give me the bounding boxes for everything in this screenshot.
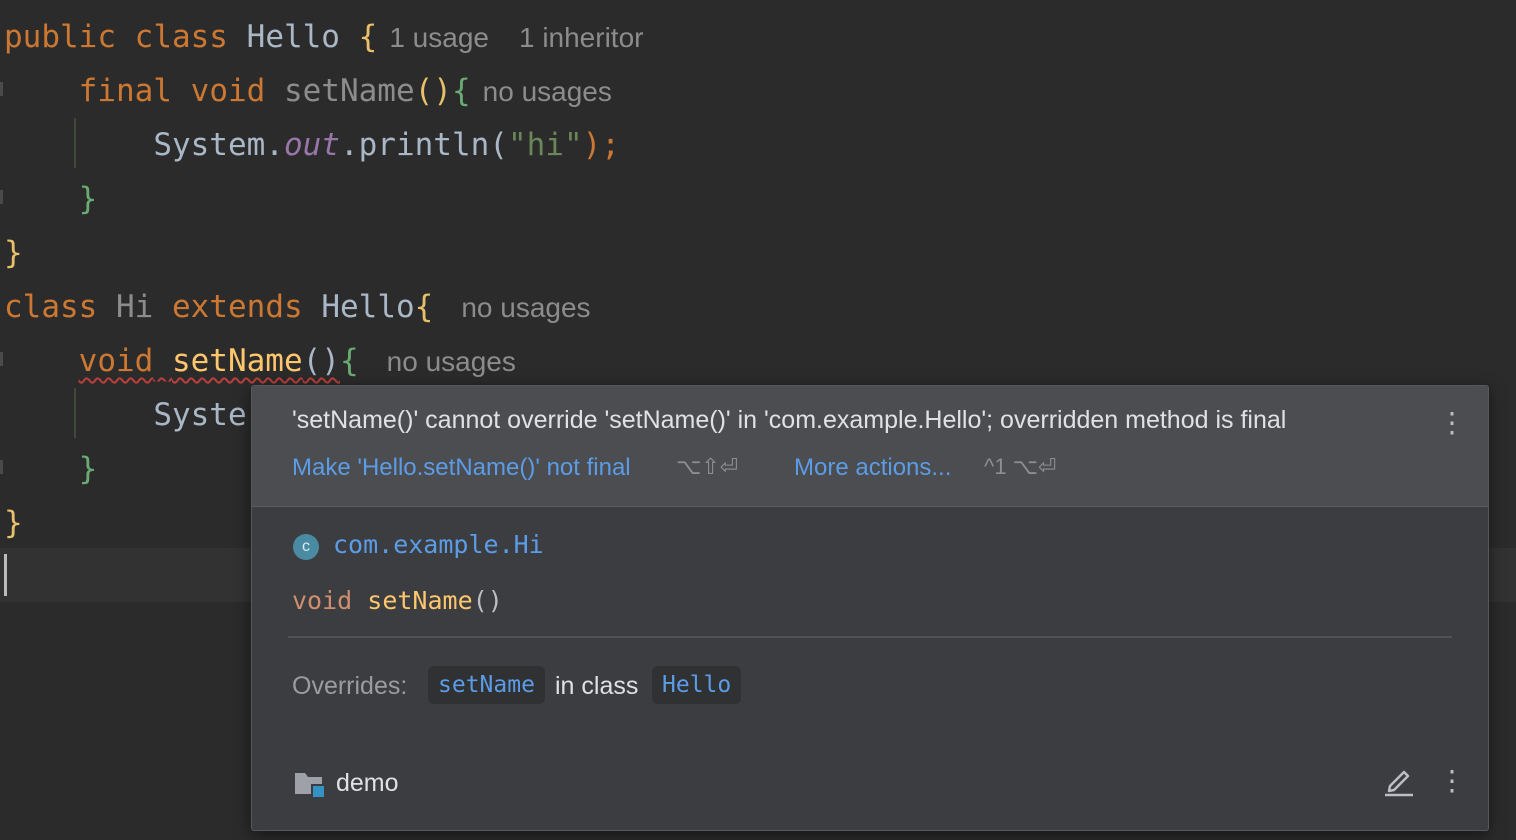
code-text: ); (582, 127, 620, 163)
more-actions-link[interactable]: More actions... (794, 454, 951, 482)
text-caret (4, 554, 7, 596)
error-message: 'setName()' cannot override 'setName()' … (292, 406, 1287, 434)
error-highlight[interactable]: void setName() (79, 343, 340, 379)
keyword: class (4, 289, 98, 325)
code-line-6[interactable]: class Hi extends Hello{ no usages (4, 280, 591, 334)
signature-parens: () (472, 586, 503, 615)
usage-hint[interactable]: no usages (461, 292, 590, 323)
usage-hint[interactable]: 1 usage (389, 22, 489, 53)
usage-hint[interactable]: no usages (387, 346, 516, 377)
parens: () (414, 73, 452, 109)
method-name: setName (171, 343, 303, 379)
code-line-1[interactable]: public class Hello {1 usage 1 inheritor (4, 10, 643, 64)
gutter-fold-marker[interactable] (0, 82, 3, 96)
vertical-dots-icon[interactable]: ⋮ (1438, 406, 1466, 439)
signature-method: setName (367, 586, 473, 615)
code-line-4[interactable]: } (4, 172, 98, 226)
code-line-7[interactable]: void setName(){ no usages (4, 334, 516, 388)
overrides-label: Overrides: (292, 672, 408, 700)
class-name: Hi (116, 289, 154, 325)
parens: () (302, 343, 340, 379)
gutter-fold-marker[interactable] (0, 190, 3, 204)
gutter-fold-marker[interactable] (0, 352, 3, 366)
more-actions-shortcut: ^1 ⌥⏎ (984, 454, 1057, 479)
brace: { (339, 343, 359, 379)
overrides-class-link[interactable]: Hello (652, 666, 742, 704)
gutter-fold-marker[interactable] (0, 460, 3, 474)
brace: } (4, 505, 23, 541)
code-line-10[interactable]: } (4, 496, 23, 550)
inheritor-hint[interactable]: 1 inheritor (519, 22, 644, 53)
class-name: Hello (246, 19, 340, 55)
code-line-9[interactable]: } (4, 442, 98, 496)
keyword: void (190, 73, 266, 109)
code-line-8[interactable]: Syste (4, 388, 247, 442)
class-name: Hello (321, 289, 415, 325)
brace: } (78, 181, 98, 217)
vertical-dots-icon[interactable]: ⋮ (1438, 764, 1466, 797)
popup-divider (288, 636, 1452, 638)
method-signature: void setName() (292, 586, 503, 615)
in-class-label: in class (555, 672, 639, 700)
make-not-final-action[interactable]: Make 'Hello.setName()' not final (292, 454, 631, 482)
keyword: extends (172, 289, 303, 325)
brace: { (451, 73, 471, 109)
signature-keyword: void (292, 586, 353, 615)
qualified-class-name[interactable]: com.example.Hi (333, 530, 544, 559)
code-line-3[interactable]: System.out.println("hi"); (4, 118, 620, 172)
module-name: demo (336, 769, 399, 797)
keyword: final (78, 73, 172, 109)
code-text: Syste (153, 397, 247, 433)
class-icon: c (293, 534, 319, 560)
popup-error-header: 'setName()' cannot override 'setName()' … (252, 386, 1488, 507)
code-text: System. (153, 127, 284, 163)
code-line-2[interactable]: final void setName(){ no usages (4, 64, 612, 118)
quick-fix-shortcut: ⌥⇧⏎ (676, 454, 739, 479)
field-name: out (283, 127, 340, 163)
module-folder-icon (295, 773, 324, 797)
method-name: setName (283, 73, 415, 109)
code-line-5[interactable]: } (4, 226, 23, 280)
brace: { (414, 289, 434, 325)
brace: } (4, 235, 23, 271)
keyword: public (4, 19, 116, 55)
code-text: .println( (339, 127, 508, 163)
brace: { (358, 19, 378, 55)
edit-pencil-icon[interactable] (1382, 764, 1416, 798)
overrides-method-link[interactable]: setName (428, 666, 545, 704)
string-literal: "hi" (507, 127, 583, 163)
error-documentation-popup: 'setName()' cannot override 'setName()' … (251, 385, 1489, 831)
brace: } (78, 451, 98, 487)
keyword: void (78, 343, 154, 379)
keyword: class (134, 19, 228, 55)
usage-hint[interactable]: no usages (483, 76, 612, 107)
